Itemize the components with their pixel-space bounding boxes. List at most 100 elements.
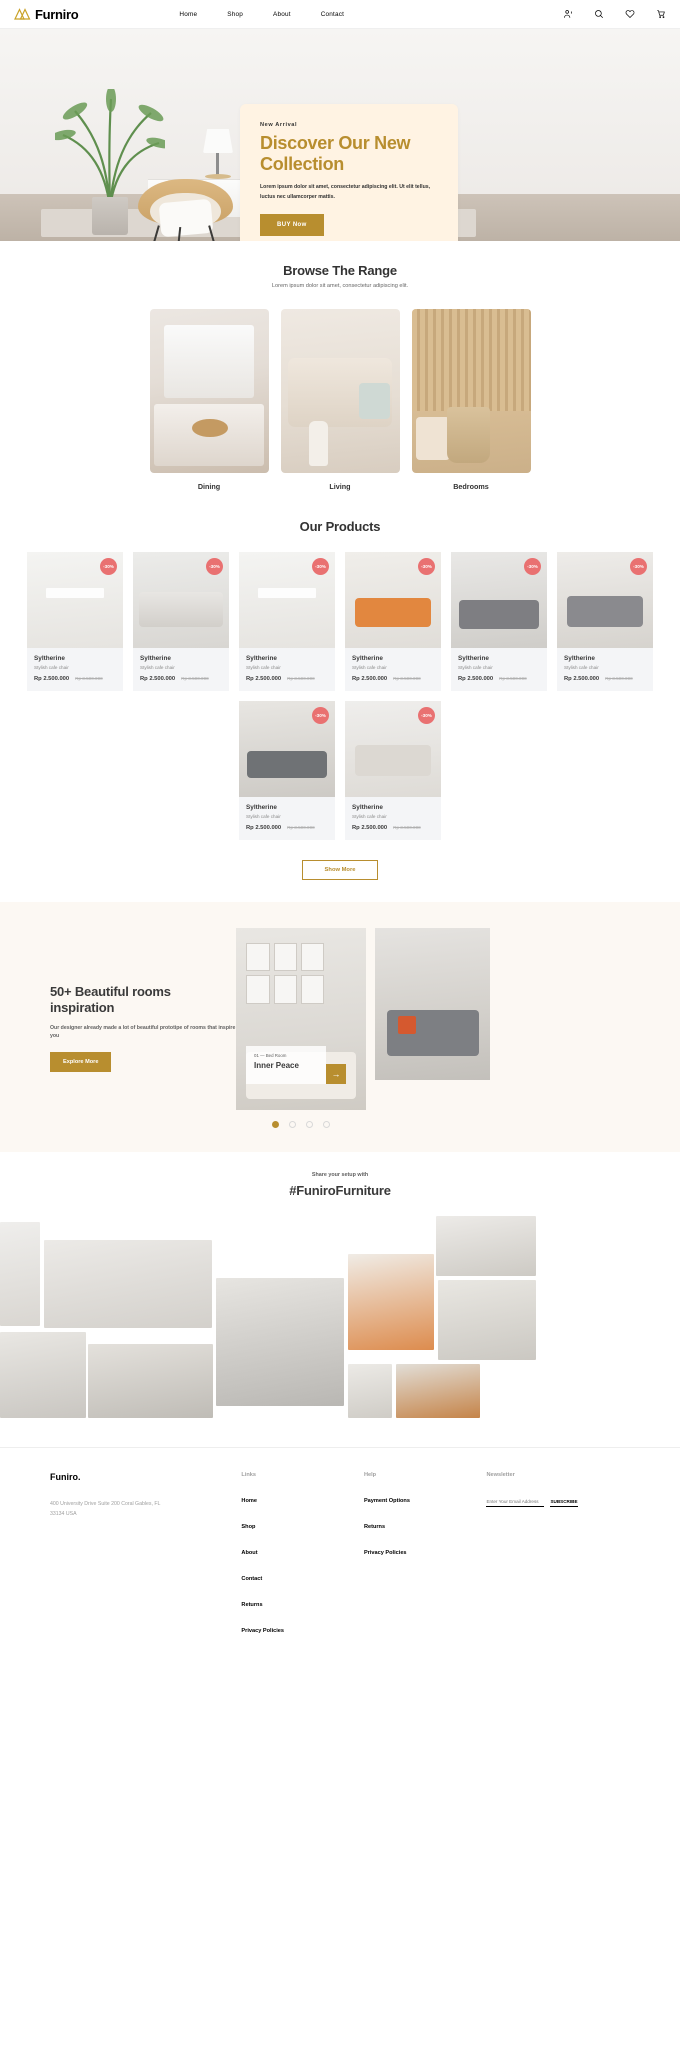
product-name: Syltherine [246,655,277,662]
product-price: Rp 2.500.000 [140,676,176,682]
product-info: Syltherine Stylish cafe chair Rp 2.500.000… [345,648,441,691]
category-living[interactable]: Living [280,309,400,491]
product-name: Syltherine [140,655,171,662]
inspiration-secondary-image[interactable] [375,928,490,1080]
product-price: Rp 2.500.000 [246,825,282,831]
product-image: -30% [345,552,441,648]
product-card[interactable]: -30% Syltherine Stylish cafe chair Rp 2.500… [345,701,441,840]
hero-eyebrow: New Arrival [260,122,298,128]
collage-photo[interactable] [436,1216,536,1276]
collage-photo[interactable] [0,1332,86,1418]
collage-photo[interactable] [0,1222,40,1326]
product-card[interactable]: -30% Syltherine Stylish cafe chair Rp 2.500… [239,701,335,840]
slide-arrow-button[interactable]: → [326,1064,346,1084]
product-description: Stylish cafe chair [352,665,387,670]
rattan-chair [138,179,233,241]
category-bedrooms[interactable]: Bedrooms [411,309,531,491]
browse-subtitle: Lorem ipsum dolor sit amet, consectetur … [271,283,409,289]
footer-link-home[interactable]: Home [241,1498,364,1504]
table-lamp [203,129,233,153]
product-price: Rp 2.500.000 [34,676,70,682]
product-card[interactable]: -30% Syltherine Stylish cafe chair Rp 2.500… [239,552,335,691]
product-old-price: Rp 3.500.000 [287,825,315,830]
account-icon[interactable] [563,9,573,19]
footer-links-col: Links Home Shop About Contact Returns Pr… [241,1472,364,1654]
product-old-price: Rp 3.500.000 [181,676,209,681]
search-icon[interactable] [594,9,604,19]
collage-photo[interactable] [396,1364,480,1418]
collage-photo[interactable] [438,1280,536,1360]
product-image: -30% [133,552,229,648]
nav-item-contact[interactable]: Contact [321,11,344,18]
page-root: Furniro Home Shop About Contact New Arri… [0,0,680,1674]
product-card[interactable]: -30% Syltherine Stylish cafe chair Rp 2.500… [557,552,653,691]
category-image [149,309,269,473]
show-more-button[interactable]: Show More [301,860,379,880]
nav-item-shop[interactable]: Shop [227,11,243,18]
heart-icon[interactable] [625,9,635,19]
furniro-logo-icon [14,8,31,20]
product-info: Syltherine Stylish cafe chair Rp 2.500.000… [239,648,335,691]
product-prices: Rp 2.500.000 Rp 3.500.000 [352,825,434,831]
product-old-price: Rp 3.500.000 [287,676,315,681]
collage-photo[interactable] [216,1278,344,1406]
inspiration-description: Our designer already made a lot of beaut… [50,1024,236,1040]
buy-now-button[interactable]: BUY Now [260,213,324,236]
product-prices: Rp 2.500.000 Rp 3.500.000 [352,676,434,682]
footer-link-contact[interactable]: Contact [241,1576,364,1582]
product-name: Syltherine [352,655,383,662]
footer-link-about[interactable]: About [241,1550,364,1556]
newsletter-email-input[interactable] [486,1498,545,1507]
brand-logo[interactable]: Furniro [14,7,79,22]
browse-section: Browse The Range Lorem ipsum dolor sit a… [0,241,680,513]
footer-help-returns[interactable]: Returns [364,1524,487,1530]
footer-address: 400 University Drive Suite 200 Coral Gab… [50,1501,161,1517]
footer-help-payment[interactable]: Payment Options [364,1498,487,1504]
footer-links-heading: Links [241,1472,257,1478]
footer-brand: Funiro. [50,1472,81,1482]
product-info: Syltherine Stylish cafe chair Rp 2.500.000… [557,648,653,691]
collage-photo[interactable] [88,1344,213,1418]
product-description: Stylish cafe chair [34,665,69,670]
nav-item-home[interactable]: Home [179,11,197,18]
nav-item-about[interactable]: About [273,11,291,18]
product-description: Stylish cafe chair [564,665,599,670]
category-image [280,309,400,473]
collage-photo[interactable] [348,1254,434,1350]
carousel-dot[interactable] [306,1121,313,1128]
newsletter-subscribe-button[interactable]: SUBSCRIBE [550,1498,578,1507]
product-description: Stylish cafe chair [246,814,281,819]
product-old-price: Rp 3.500.000 [499,676,527,681]
category-dining[interactable]: Dining [149,309,269,491]
footer-help-privacy[interactable]: Privacy Policies [364,1550,487,1556]
product-old-price: Rp 3.500.000 [393,676,421,681]
product-info: Syltherine Stylish cafe chair Rp 2.500.000… [133,648,229,691]
carousel-dot[interactable] [289,1121,296,1128]
show-more-wrap: Show More [0,858,680,880]
explore-more-button[interactable]: Explore More [50,1052,112,1073]
product-old-price: Rp 3.500.000 [605,676,633,681]
category-image [411,309,531,473]
product-name: Syltherine [34,655,65,662]
footer-link-shop[interactable]: Shop [241,1524,364,1530]
site-header: Furniro Home Shop About Contact [0,0,680,28]
product-card[interactable]: -30% Syltherine Stylish cafe chair Rp 2.500… [451,552,547,691]
share-eyebrow: Share your setup with [311,1172,369,1178]
carousel-dots [236,1121,366,1128]
footer-link-privacy[interactable]: Privacy Policies [241,1628,364,1634]
product-card[interactable]: -30% Syltherine Stylish cafe chair Rp 2.500… [133,552,229,691]
carousel-dot[interactable] [323,1121,330,1128]
product-prices: Rp 2.500.000 Rp 3.500.000 [246,676,328,682]
cart-icon[interactable] [656,9,666,19]
collage-photo[interactable] [44,1240,212,1328]
collage-photo[interactable] [348,1364,392,1418]
product-info: Syltherine Stylish cafe chair Rp 2.500.000… [345,797,441,840]
product-card[interactable]: -30% Syltherine Stylish cafe chair Rp 2.500… [27,552,123,691]
footer-newsletter-col: Newsletter SUBSCRIBE [486,1472,630,1654]
category-label: Bedrooms [453,482,489,491]
carousel-dot[interactable] [272,1121,279,1128]
product-card[interactable]: -30% Syltherine Stylish cafe chair Rp 2.500… [345,552,441,691]
site-footer: Funiro. 400 University Drive Suite 200 C… [0,1447,680,1674]
footer-link-returns[interactable]: Returns [241,1602,364,1608]
inspiration-slide-image[interactable]: 01 — Bed Room Inner Peace → [236,928,366,1110]
